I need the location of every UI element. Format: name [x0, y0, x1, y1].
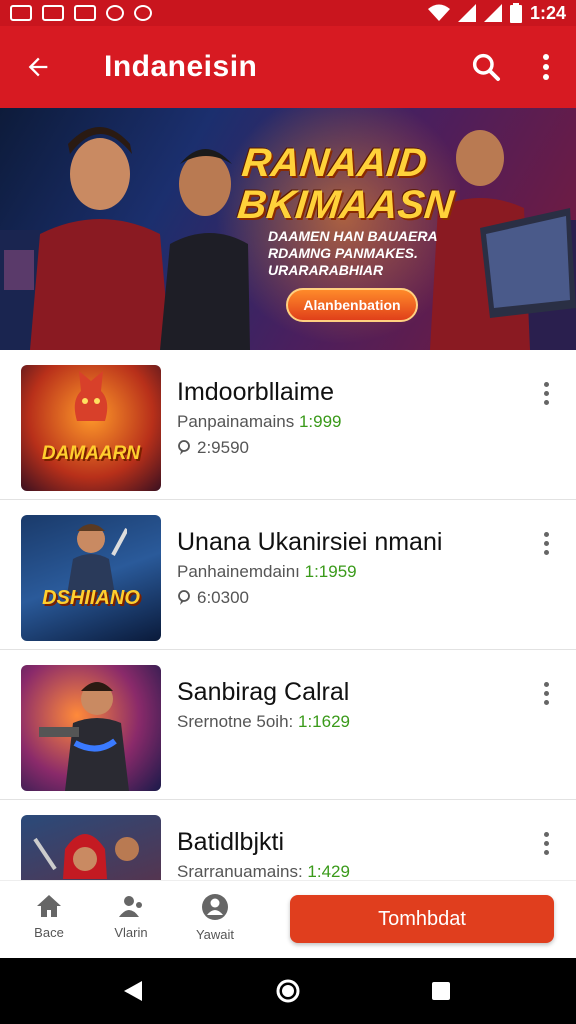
- system-navigation-bar: [0, 958, 576, 1024]
- item-count: 6:0300: [177, 588, 249, 608]
- item-meta: Srarranuamains: 1:429: [177, 862, 350, 880]
- equalizer-notification-icon: [74, 5, 96, 21]
- item-price: 1:999: [298, 412, 342, 431]
- nav-item-group[interactable]: Vlarin: [96, 893, 166, 940]
- back-arrow-icon: [28, 57, 48, 77]
- screen: 1:24 Indaneisin RANAAID BKIMAASN DAAMEN …: [0, 0, 576, 1024]
- spotify-icon: [134, 5, 152, 21]
- item-count-value: 2:9590: [197, 438, 249, 457]
- system-status: 1:24: [427, 2, 566, 24]
- recents-square-icon: [432, 982, 450, 1000]
- game-list: DAMAARN Imdoorbllaime Panpainamains 1:99…: [0, 350, 576, 880]
- item-more-button[interactable]: [532, 678, 560, 708]
- system-back-button[interactable]: [116, 974, 150, 1008]
- list-item[interactable]: Batidlbjkti Srarranuamains: 1:429: [0, 800, 576, 880]
- overflow-menu-button[interactable]: [516, 26, 576, 108]
- item-title: Sanbirag Calral: [177, 678, 350, 706]
- game-thumbnail: DSHIIANO: [21, 515, 161, 641]
- item-meta-label: Panhainemdainı: [177, 562, 300, 581]
- item-meta: Panpainamains 1:999: [177, 412, 341, 432]
- item-meta-label: Panpainamains: [177, 412, 295, 431]
- item-title: Batidlbjkti: [177, 828, 284, 856]
- nav-label: Vlarin: [114, 925, 148, 940]
- item-meta-label: Srernotne 5oih:: [177, 712, 294, 731]
- chart-notification-icon: [42, 5, 64, 21]
- status-bar: 1:24: [0, 0, 576, 26]
- back-triangle-icon: [124, 981, 142, 1001]
- app-bar: Indaneisin: [0, 26, 576, 108]
- home-circle-icon: [276, 979, 300, 1003]
- status-time: 1:24: [529, 2, 566, 23]
- item-price: 1:1959: [304, 562, 357, 581]
- item-title: Unana Ukanirsiei nmani: [177, 528, 443, 556]
- signal-icon: [457, 4, 476, 22]
- bottom-navigation: Bace Vlarin Yawait Tomhbdat: [0, 880, 576, 958]
- home-icon: [37, 895, 61, 917]
- nav-item-home[interactable]: Bace: [14, 893, 84, 940]
- back-button[interactable]: [0, 26, 76, 108]
- signal-icon-2: [483, 4, 502, 22]
- item-price: 1:1629: [297, 712, 350, 731]
- list-item[interactable]: DSHIIANO Unana Ukanirsiei nmani Panhaine…: [0, 500, 576, 650]
- messenger-icon: [106, 5, 124, 21]
- nav-label: Bace: [34, 925, 64, 940]
- list-item[interactable]: Sanbirag Calral Srernotne 5oih: 1:1629: [0, 650, 576, 800]
- system-home-button[interactable]: [271, 974, 305, 1008]
- game-thumbnail: [21, 815, 161, 880]
- game-thumbnail: DAMAARN: [21, 365, 161, 491]
- notification-icon: [10, 5, 32, 21]
- item-meta: Srernotne 5oih: 1:1629: [177, 712, 350, 732]
- person-group-icon: [119, 896, 142, 917]
- game-thumbnail: [21, 665, 161, 791]
- item-more-button[interactable]: [532, 378, 560, 408]
- banner-title: RANAAID BKIMAASN: [235, 141, 456, 227]
- nav-item-account[interactable]: Yawait: [180, 893, 250, 942]
- search-icon: [472, 53, 500, 81]
- wifi-icon: [427, 4, 450, 21]
- more-vert-icon: [543, 54, 549, 80]
- comment-icon: [178, 440, 190, 455]
- item-price: 1:429: [307, 862, 350, 880]
- thumbnail-logo-text: DSHIIANO: [42, 587, 140, 609]
- character-illustration: [30, 127, 250, 350]
- item-count-value: 6:0300: [197, 588, 249, 607]
- item-title: Imdoorbllaime: [177, 378, 335, 406]
- banner-cta-button[interactable]: Alanbenbation: [286, 288, 418, 322]
- item-more-button[interactable]: [532, 528, 560, 558]
- hero-illustration: [67, 524, 127, 595]
- nav-label: Yawait: [195, 927, 235, 942]
- item-meta: Panhainemdainı 1:1959: [177, 562, 357, 582]
- battery-icon: [509, 3, 522, 23]
- app-actions: [456, 26, 576, 108]
- thumbnail-logo-text: DAMAARN: [41, 443, 141, 464]
- item-more-button[interactable]: [532, 828, 560, 858]
- notification-icons: [10, 5, 152, 21]
- item-count: 2:9590: [177, 438, 249, 458]
- banner-subtitle: DAAMEN HAN BAUAERA RDAMNG PANMAKES. URAR…: [268, 228, 438, 278]
- system-recents-button[interactable]: [424, 974, 458, 1008]
- account-icon: [202, 894, 228, 920]
- item-meta-label: Srarranuamains:: [177, 862, 303, 880]
- search-button[interactable]: [456, 26, 516, 108]
- list-item[interactable]: DAMAARN Imdoorbllaime Panpainamains 1:99…: [0, 350, 576, 500]
- hooded-character-illustration: [33, 834, 139, 879]
- promo-banner[interactable]: RANAAID BKIMAASN DAAMEN HAN BAUAERA RDAM…: [0, 108, 576, 350]
- page-title: Indaneisin: [104, 50, 258, 83]
- dragon-illustration: [74, 371, 108, 421]
- primary-action-button[interactable]: Tomhbdat: [290, 895, 554, 943]
- fighter-illustration: [39, 682, 129, 791]
- comment-icon: [178, 590, 190, 605]
